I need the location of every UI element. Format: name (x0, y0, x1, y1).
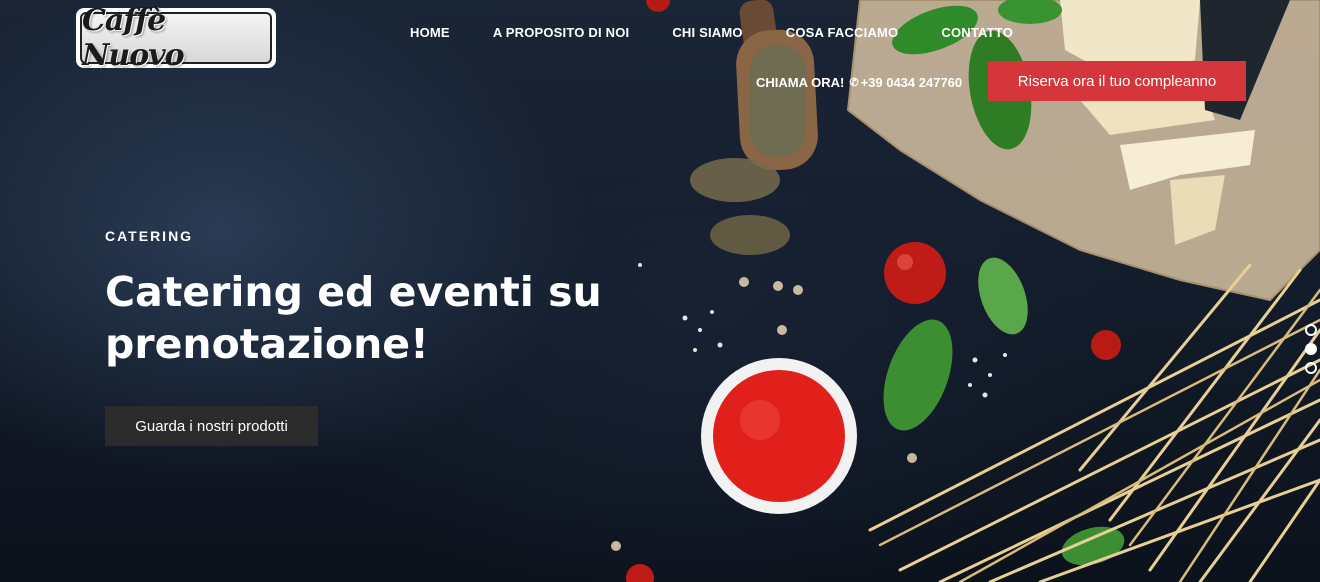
hero-eyebrow: CATERING (105, 228, 194, 244)
book-birthday-button[interactable]: Riserva ora il tuo compleanno (988, 61, 1246, 101)
main-nav: HOME A PROPOSITO DI NOI CHI SIAMO COSA F… (410, 25, 1013, 40)
nav-item-what-we-do[interactable]: COSA FACCIAMO (786, 25, 899, 40)
logo-text: Caffè Nuovo (82, 3, 185, 73)
nav-item-contact[interactable]: CONTATTO (941, 25, 1013, 40)
slider-dots (1305, 324, 1317, 374)
slider-dot-1[interactable] (1305, 324, 1317, 336)
slider-dot-3[interactable] (1305, 362, 1317, 374)
nav-item-who-we-are[interactable]: CHI SIAMO (672, 25, 742, 40)
nav-item-home[interactable]: HOME (410, 25, 450, 40)
view-products-button[interactable]: Guarda i nostri prodotti (105, 406, 318, 446)
call-now[interactable]: CHIAMA ORA! ✆ +39 0434 247760 (756, 75, 962, 90)
logo[interactable]: Caffè Nuovo (76, 3, 276, 73)
slider-dot-2[interactable] (1305, 343, 1317, 355)
hero-headline: Catering ed eventi su prenotazione! (105, 268, 602, 368)
logo-frame: Caffè Nuovo (80, 3, 272, 73)
phone-icon: ✆ (849, 77, 859, 89)
nav-item-about[interactable]: A PROPOSITO DI NOI (493, 25, 630, 40)
phone-number: +39 0434 247760 (860, 75, 963, 90)
call-label: CHIAMA ORA! (756, 75, 845, 90)
